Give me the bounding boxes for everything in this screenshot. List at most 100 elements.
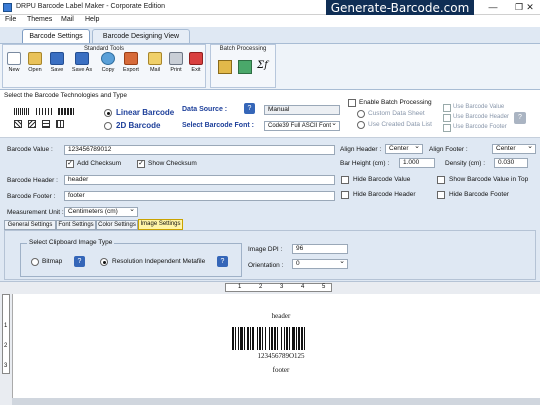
menu-file[interactable]: File — [5, 16, 16, 23]
save-label: Save — [50, 67, 64, 73]
menu-mail[interactable]: Mail — [61, 16, 74, 23]
horizontal-scrollbar[interactable] — [12, 398, 540, 405]
barcode-bar — [292, 327, 295, 350]
qr-thumb-4[interactable] — [56, 120, 64, 128]
tab-barcode-designing-view[interactable]: Barcode Designing View — [92, 29, 190, 43]
show-value-top-checkbox[interactable] — [437, 176, 445, 184]
copy-button[interactable]: Copy — [98, 52, 118, 73]
ruler-mark-2: 2 — [259, 284, 263, 290]
custom-data-sheet-radio[interactable] — [357, 110, 365, 118]
add-checksum-checkbox[interactable]: ✓ — [66, 160, 74, 168]
barcode-header-input[interactable]: header — [64, 175, 335, 185]
minimize-button[interactable]: — — [480, 1, 506, 14]
align-header-select[interactable]: Center — [385, 143, 423, 154]
density-input[interactable]: 0.030 — [494, 158, 528, 168]
menu-bar: File Themes Mail Help — [0, 15, 540, 27]
barcode-bar — [269, 327, 270, 350]
barcode-bar — [259, 327, 261, 350]
copy-icon — [101, 52, 115, 65]
ruler-mark-3: 3 — [280, 284, 284, 290]
linear-thumb-2[interactable] — [36, 108, 52, 115]
mail-button[interactable]: Mail — [145, 52, 165, 73]
bar-height-input[interactable]: 1.000 — [399, 158, 435, 168]
enable-batch-checkbox[interactable] — [348, 99, 356, 107]
save-as-label: Save As — [71, 67, 93, 73]
open-button[interactable]: Open — [25, 52, 45, 73]
bitmap-radio[interactable] — [31, 258, 39, 266]
batch-edit-icon[interactable] — [218, 60, 232, 74]
barcode-bar — [262, 327, 263, 350]
bitmap-info-icon[interactable]: ? — [74, 256, 85, 267]
barcode-bar — [265, 327, 266, 350]
metafile-radio[interactable] — [100, 258, 108, 266]
data-source-field[interactable]: Manual — [264, 105, 340, 115]
image-dpi-input[interactable]: 96 — [292, 244, 348, 254]
export-button[interactable]: Export — [120, 52, 142, 73]
barcode-bar — [289, 327, 290, 350]
linear-thumb-3[interactable] — [58, 108, 74, 115]
preview-barcode[interactable] — [232, 327, 328, 350]
hide-barcode-value-checkbox[interactable] — [341, 176, 349, 184]
menu-themes[interactable]: Themes — [27, 16, 52, 23]
close-button[interactable]: ✕ — [520, 1, 540, 14]
tab-general-settings[interactable]: General Settings — [4, 220, 56, 230]
metafile-info-icon[interactable]: ? — [217, 256, 228, 267]
use-barcode-header-checkbox[interactable] — [443, 114, 451, 122]
align-header-label: Align Header : — [340, 146, 382, 153]
hide-barcode-header-checkbox[interactable] — [341, 191, 349, 199]
linear-barcode-radio[interactable] — [104, 109, 112, 117]
barcode-bar — [271, 327, 273, 350]
tab-image-settings[interactable]: Image Settings — [138, 219, 183, 230]
measurement-unit-select[interactable]: Centimeters (cm) — [64, 206, 138, 217]
use-barcode-footer-checkbox[interactable] — [443, 124, 451, 132]
floppy-as-icon — [75, 52, 89, 65]
align-footer-select[interactable]: Center — [492, 143, 536, 154]
use-barcode-value-checkbox[interactable] — [443, 104, 451, 112]
menu-help[interactable]: Help — [85, 16, 99, 23]
window-title: DRPU Barcode Label Maker - Corporate Edi… — [16, 3, 166, 10]
hide-barcode-value-label: Hide Barcode Value — [353, 176, 411, 183]
qr-thumb-3[interactable] — [42, 120, 50, 128]
created-data-list-label: Use Created Data List — [368, 121, 432, 128]
created-data-list-radio[interactable] — [357, 121, 365, 129]
hide-barcode-footer-checkbox[interactable] — [437, 191, 445, 199]
barcode-bar — [238, 327, 239, 350]
batch-table-icon[interactable] — [238, 60, 252, 74]
use-barcode-header-label: Use Barcode Header — [453, 114, 510, 120]
bar-height-label: Bar Height (cm) : — [340, 160, 390, 167]
save-button[interactable]: Save — [47, 52, 67, 73]
barcode-footer-label: Barcode Footer : — [7, 193, 56, 200]
barcode-bar — [244, 327, 245, 350]
print-button[interactable]: Print — [166, 52, 186, 73]
hide-barcode-footer-label: Hide Barcode Footer — [449, 191, 509, 198]
barcode-font-select[interactable]: Code39 Full ASCII Font — [264, 120, 340, 131]
vruler-mark-2: 2 — [4, 343, 8, 349]
enable-batch-label: Enable Batch Processing — [359, 99, 432, 106]
mail-label: Mail — [149, 67, 161, 73]
orientation-select[interactable]: 0 — [292, 258, 348, 269]
linear-thumb-1[interactable] — [14, 108, 30, 115]
new-button[interactable]: New — [4, 52, 24, 73]
barcode-footer-input[interactable]: footer — [64, 191, 335, 201]
qr-thumb-1[interactable] — [14, 120, 22, 128]
exit-button[interactable]: Exit — [186, 52, 206, 73]
qr-thumb-2[interactable] — [28, 120, 36, 128]
linear-barcode-label: Linear Barcode — [116, 108, 175, 117]
tab-font-settings[interactable]: Font Settings — [56, 220, 96, 230]
save-as-button[interactable]: Save As — [70, 52, 94, 73]
barcode-bar — [240, 327, 243, 350]
barcode-value-input[interactable]: 123456789012 — [64, 145, 335, 155]
twod-barcode-radio[interactable] — [104, 122, 112, 130]
tab-color-settings[interactable]: Color Settings — [96, 220, 138, 230]
batch-info-icon[interactable]: ? — [514, 112, 526, 124]
tab-barcode-settings[interactable]: Barcode Settings — [22, 29, 90, 43]
data-source-info-icon[interactable]: ? — [244, 103, 255, 114]
show-value-top-label: Show Barcode Value in Top — [449, 176, 529, 183]
show-checksum-checkbox[interactable]: ✓ — [137, 160, 145, 168]
barcode-bar — [277, 327, 278, 350]
floppy-icon — [50, 52, 64, 65]
vruler-mark-3: 3 — [4, 363, 8, 369]
barcode-bar — [235, 327, 236, 350]
barcode-bar — [296, 327, 297, 350]
sigma-formula-icon[interactable]: Σf — [257, 60, 268, 71]
